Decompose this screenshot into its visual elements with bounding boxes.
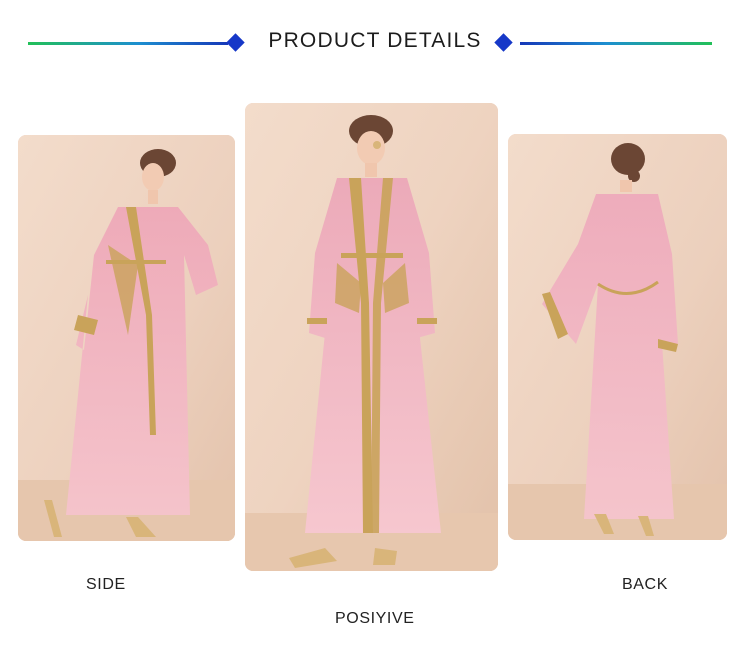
side-view-photo <box>18 135 235 541</box>
back-view-caption: BACK <box>622 576 668 593</box>
header-line-right <box>520 42 712 45</box>
back-view-photo <box>508 134 727 540</box>
front-view-caption: POSIYIVE <box>335 610 415 627</box>
front-view-photo <box>245 103 498 571</box>
side-view-caption: SIDE <box>86 576 126 593</box>
page-title: PRODUCT DETAILS <box>268 29 482 52</box>
